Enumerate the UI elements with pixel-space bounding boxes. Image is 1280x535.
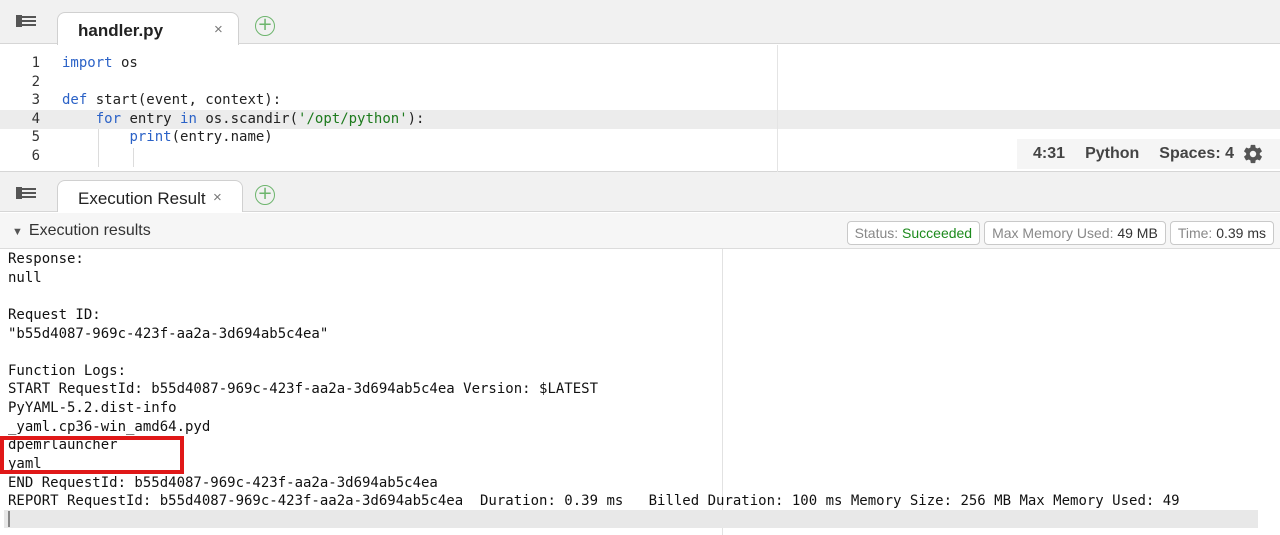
code-token: for (95, 110, 122, 127)
line-number: 6 (31, 147, 40, 164)
section-title: Execution results (28, 222, 151, 239)
gear-icon[interactable] (1242, 143, 1264, 165)
tab-handler-py[interactable]: handler.py × (57, 12, 239, 45)
line-number: 4 (31, 110, 40, 127)
output-line: "b55d4087-969c-423f-aa2a-3d694ab5c4ea" (8, 325, 329, 342)
highlight-annotation-box (0, 436, 184, 474)
line-number: 1 (31, 55, 40, 71)
code-token: '/opt/python' (298, 110, 408, 127)
add-tab-icon[interactable]: + (255, 185, 275, 205)
output-line: null (8, 269, 42, 286)
panel-menu-icon[interactable] (16, 187, 36, 201)
line-number: 5 (31, 129, 40, 146)
status-badge: Status: Succeeded (846, 221, 981, 245)
triangle-down-icon: ▼ (12, 226, 23, 238)
code-line: def start(event, context): (62, 92, 424, 111)
code-token: in (180, 110, 197, 127)
code-token: print (129, 129, 172, 146)
tab-execution-result[interactable]: Execution Result × (57, 180, 243, 212)
output-line: REPORT RequestId: b55d4087-969c-423f-aa2… (8, 493, 1180, 510)
code-content[interactable]: import os def start(event, context): for … (62, 55, 424, 167)
code-line: for entry in os.scandir('/opt/python'): (62, 110, 425, 130)
code-token: os (112, 55, 138, 71)
code-token: entry (121, 110, 181, 127)
code-line: import os (62, 55, 424, 74)
output-line: _yaml.cp36-win_amd64.pyd (8, 418, 211, 435)
tab-label: Execution Result (78, 189, 206, 208)
output-line: END RequestId: b55d4087-969c-423f-aa2a-3… (8, 474, 438, 491)
output-line: Function Logs: (8, 362, 127, 379)
indent-setting[interactable]: Spaces: 4 (1159, 145, 1234, 163)
output-line: Request ID: (8, 306, 101, 323)
time-badge: Time: 0.39 ms (1169, 221, 1274, 245)
tab-label: handler.py (78, 21, 164, 40)
execution-results-toggle[interactable]: ▼ Execution results (12, 222, 151, 240)
execution-output[interactable]: Response: null Request ID: "b55d4087-969c-4… (0, 249, 1280, 535)
cursor-position: 4:31 (1033, 145, 1066, 162)
output-line: START RequestId: b55d4087-969c-423f-aa2a… (8, 381, 599, 398)
code-token: import (62, 55, 113, 71)
code-editor[interactable]: 123456 import os def start(event, context… (0, 45, 1280, 172)
code-token: (entry.name) (171, 129, 273, 146)
editor-status-bar: 4:31 Python Spaces: 4 (1017, 139, 1280, 169)
code-line: print(entry.name) (62, 129, 424, 148)
print-margin (777, 45, 778, 172)
line-number-gutter: 123456 (0, 55, 56, 167)
results-tab-bar: Execution Result × + (0, 172, 1280, 212)
cursor-line (4, 510, 1258, 528)
code-token: os.scandir( (196, 110, 299, 127)
close-icon[interactable]: × (214, 21, 223, 38)
code-token: ): (407, 110, 425, 127)
line-number: 3 (31, 92, 40, 109)
code-token: start(event, context): (87, 92, 282, 109)
code-token: def (62, 92, 88, 109)
output-line: Response: (8, 251, 84, 267)
panel-menu-icon[interactable] (16, 15, 36, 29)
editor-tab-bar: handler.py × + (0, 0, 1280, 45)
language-mode[interactable]: Python (1085, 145, 1139, 163)
result-badges: Status: Succeeded Max Memory Used: 49 MB… (843, 221, 1274, 245)
line-number: 2 (31, 73, 40, 90)
add-tab-icon[interactable]: + (255, 16, 275, 36)
output-line: PyYAML-5.2.dist-info (8, 400, 177, 417)
memory-badge: Max Memory Used: 49 MB (984, 221, 1166, 245)
execution-results-header: ▼ Execution results Status: Succeeded Max… (0, 213, 1280, 249)
close-icon[interactable]: × (213, 189, 222, 206)
